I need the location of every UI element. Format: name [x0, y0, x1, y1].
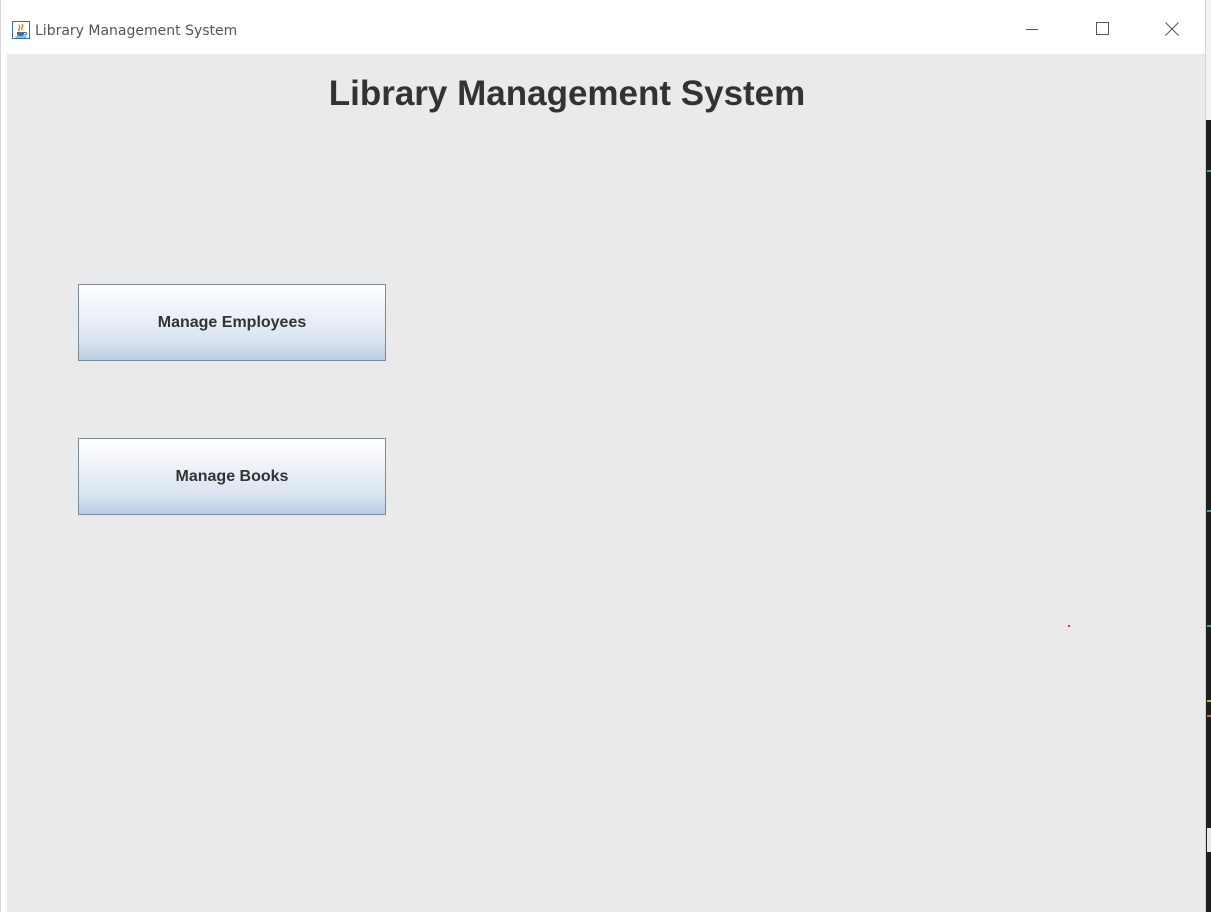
manage-employees-button[interactable]: Manage Employees: [78, 284, 386, 361]
stray-pixel: [1068, 625, 1070, 627]
main-panel: Library Management System Manage Employe…: [7, 54, 1205, 912]
close-button[interactable]: [1149, 14, 1195, 48]
title-bar[interactable]: Library Management System: [1, 0, 1205, 54]
background-window-edge: [1206, 0, 1211, 912]
page-title: Library Management System: [328, 74, 806, 113]
background-mark: [1207, 828, 1211, 852]
background-mark: [1207, 170, 1211, 172]
window-title: Library Management System: [35, 23, 238, 39]
background-mark: [1207, 625, 1211, 627]
maximize-icon: [1095, 22, 1109, 40]
manage-books-button[interactable]: Manage Books: [78, 438, 386, 515]
java-cup-icon[interactable]: [12, 21, 30, 39]
application-window: Library Management System Library Manage…: [0, 0, 1211, 912]
minimize-button[interactable]: [1009, 14, 1055, 48]
background-mark: [1207, 715, 1211, 717]
background-window-edge-top: [1206, 0, 1211, 120]
minimize-icon: [1026, 22, 1038, 40]
background-mark: [1207, 510, 1211, 512]
close-icon: [1165, 21, 1179, 41]
maximize-button[interactable]: [1079, 14, 1125, 48]
background-mark: [1207, 700, 1211, 702]
